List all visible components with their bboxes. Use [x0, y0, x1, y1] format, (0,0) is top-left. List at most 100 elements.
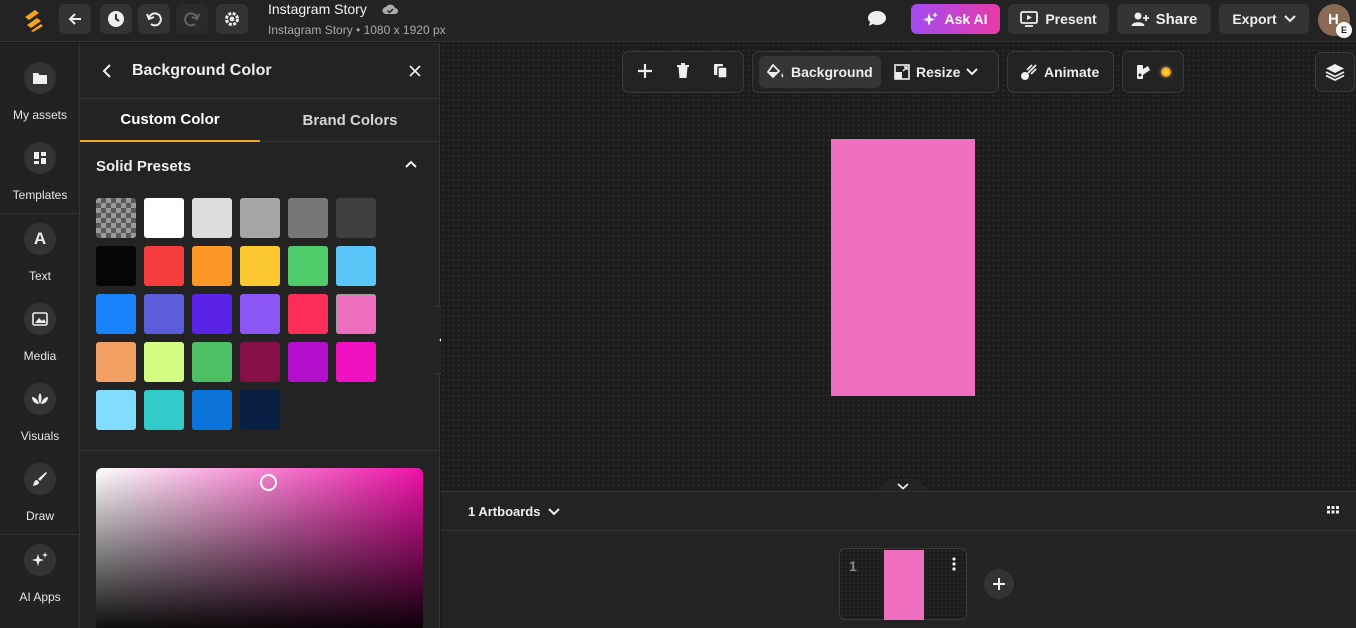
rail-item-visuals[interactable]: Visuals	[0, 364, 80, 444]
color-swatch[interactable]	[192, 342, 232, 382]
templates-icon	[24, 142, 56, 174]
rail-label: Media	[23, 349, 57, 363]
rail-label: Visuals	[20, 429, 60, 443]
color-swatch[interactable]	[192, 198, 232, 238]
color-swatch[interactable]	[144, 294, 184, 334]
color-swatch[interactable]	[336, 246, 376, 286]
redo-button[interactable]	[176, 4, 208, 34]
artboard-thumbnail-preview	[884, 550, 924, 620]
artboards-strip-header: 1 Artboards	[441, 491, 1356, 531]
text-icon: A	[24, 223, 56, 255]
color-swatch[interactable]	[240, 246, 280, 286]
color-swatch[interactable]	[144, 246, 184, 286]
canvas[interactable]: Background Resize Animate	[441, 43, 1356, 493]
color-swatch[interactable]	[240, 390, 280, 430]
resize-label: Resize	[916, 64, 961, 80]
chevron-up-icon[interactable]	[405, 160, 417, 168]
color-swatch[interactable]	[288, 294, 328, 334]
export-button[interactable]: Export	[1219, 4, 1309, 34]
color-picker-area[interactable]	[96, 468, 423, 628]
rail-item-my-assets[interactable]: My assets	[0, 43, 80, 123]
color-swatch[interactable]	[336, 342, 376, 382]
avatar-badge: E	[1336, 22, 1352, 38]
document-title[interactable]: Instagram Story	[268, 1, 367, 17]
rail-item-templates[interactable]: Templates	[0, 123, 80, 203]
cloud-saved-icon	[382, 3, 398, 15]
add-icon[interactable]	[637, 63, 653, 79]
rail-item-media[interactable]: Media	[0, 284, 80, 364]
artboards-count-label: 1 Artboards	[468, 504, 541, 519]
present-button[interactable]: Present	[1008, 4, 1109, 34]
color-swatch[interactable]	[288, 342, 328, 382]
animate-toolbar: Animate	[1007, 51, 1114, 93]
tab-brand-colors[interactable]: Brand Colors	[260, 99, 439, 142]
style-toolbar	[1122, 51, 1184, 93]
duplicate-icon[interactable]	[713, 63, 728, 79]
color-swatch[interactable]	[288, 198, 328, 238]
user-avatar[interactable]: H E	[1318, 4, 1352, 38]
color-swatch[interactable]	[192, 246, 232, 286]
comment-icon[interactable]	[867, 10, 887, 28]
chevron-down-icon	[1283, 15, 1296, 23]
artboard-thumbnail[interactable]: 1	[839, 548, 967, 620]
artboards-dropdown[interactable]: 1 Artboards	[468, 504, 561, 519]
chevron-left-icon[interactable]	[102, 64, 112, 78]
animate-button[interactable]: Animate	[1012, 56, 1107, 88]
rail-item-text[interactable]: A Text	[0, 204, 80, 284]
layers-icon	[1325, 63, 1345, 81]
color-tabs: Custom Color Brand Colors	[80, 99, 439, 142]
color-swatch[interactable]	[144, 342, 184, 382]
share-label: Share	[1155, 10, 1198, 28]
color-swatch[interactable]	[240, 342, 280, 382]
share-button[interactable]: Share	[1117, 4, 1211, 34]
history-button[interactable]	[100, 4, 132, 34]
color-swatch[interactable]	[192, 390, 232, 430]
background-button[interactable]: Background	[759, 56, 881, 88]
tab-custom-color[interactable]: Custom Color	[80, 99, 260, 142]
color-swatch[interactable]	[192, 294, 232, 334]
background-label: Background	[791, 64, 873, 80]
back-button[interactable]	[59, 4, 91, 34]
gear-icon	[223, 10, 241, 28]
add-person-icon	[1131, 11, 1149, 27]
color-swatch[interactable]	[96, 342, 136, 382]
settings-button[interactable]	[216, 4, 248, 34]
left-rail: My assets Templates A Text Media Visuals…	[0, 43, 80, 628]
color-swatch[interactable]	[240, 294, 280, 334]
status-dot-icon	[1158, 64, 1174, 80]
color-swatch[interactable]	[96, 390, 136, 430]
comet-icon	[1020, 63, 1038, 81]
app-logo[interactable]	[21, 7, 47, 33]
color-palette-icon[interactable]	[1136, 63, 1154, 81]
color-swatch[interactable]	[96, 294, 136, 334]
ask-ai-label: Ask AI	[944, 11, 988, 27]
undo-icon	[145, 10, 163, 28]
color-swatch[interactable]	[144, 198, 184, 238]
rail-item-ai-apps[interactable]: AI Apps	[0, 525, 80, 605]
background-toolbar: Background Resize	[752, 51, 999, 93]
color-swatch[interactable]	[336, 198, 376, 238]
export-label: Export	[1232, 11, 1277, 27]
artboard[interactable]	[831, 139, 975, 396]
more-options-icon[interactable]	[952, 557, 956, 571]
swatch-transparent[interactable]	[96, 198, 136, 238]
resize-button[interactable]: Resize	[886, 56, 986, 88]
present-label: Present	[1045, 11, 1097, 27]
undo-button[interactable]	[138, 4, 170, 34]
solid-presets-title: Solid Presets	[96, 158, 192, 175]
trash-icon[interactable]	[676, 63, 690, 79]
add-artboard-button[interactable]	[984, 569, 1014, 599]
picker-knob[interactable]	[260, 474, 277, 491]
color-swatch[interactable]	[240, 198, 280, 238]
ask-ai-button[interactable]: Ask AI	[911, 4, 1000, 34]
close-icon[interactable]	[409, 65, 421, 77]
color-swatch[interactable]	[96, 246, 136, 286]
layers-button[interactable]	[1315, 52, 1355, 92]
color-swatch[interactable]	[336, 294, 376, 334]
rail-item-draw[interactable]: Draw	[0, 444, 80, 524]
color-swatch[interactable]	[288, 246, 328, 286]
grid-view-icon[interactable]	[1327, 506, 1339, 518]
arrow-left-icon	[66, 10, 84, 28]
color-swatch[interactable]	[144, 390, 184, 430]
visuals-icon	[24, 383, 56, 415]
